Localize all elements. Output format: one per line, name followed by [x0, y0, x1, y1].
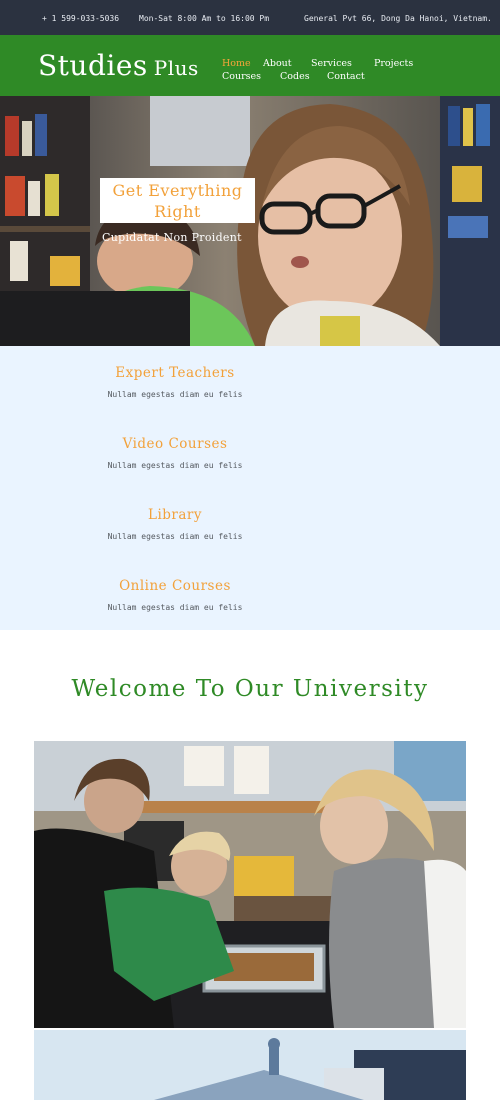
site-header: Studies Plus Home About Services Projects… [0, 35, 500, 96]
nav-home[interactable]: Home [222, 58, 251, 69]
nav-about[interactable]: About [263, 58, 292, 69]
site-logo[interactable]: Studies Plus [38, 49, 199, 82]
feature-item[interactable]: Library Nullam egestas diam eu felis [0, 507, 350, 541]
hero-banner: Get Everything Right Cupidatat Non Proid… [0, 96, 500, 346]
feature-desc: Nullam egestas diam eu felis [107, 532, 243, 541]
classroom-photo-art [34, 741, 466, 1028]
phone-number: + 1 599-033-5036 [42, 14, 120, 23]
feature-title: Video Courses [122, 436, 228, 452]
nav-codes[interactable]: Codes [280, 71, 310, 82]
nav-projects[interactable]: Projects [374, 58, 413, 69]
feature-desc: Nullam egestas diam eu felis [107, 603, 243, 612]
features-section: Expert Teachers Nullam egestas diam eu f… [0, 346, 500, 630]
welcome-title: Welcome To Our University [71, 676, 429, 702]
hero-title-box: Get Everything Right [100, 178, 255, 223]
campus-photo [34, 1030, 466, 1100]
feature-title: Library [147, 507, 202, 523]
feature-desc: Nullam egestas diam eu felis [107, 390, 243, 399]
hero-title: Get Everything Right [112, 181, 243, 221]
feature-title: Online Courses [119, 578, 231, 594]
logo-main-text: Studies [38, 49, 148, 82]
feature-item[interactable]: Expert Teachers Nullam egestas diam eu f… [0, 365, 350, 399]
nav-courses[interactable]: Courses [222, 71, 261, 82]
nav-services[interactable]: Services [311, 58, 352, 69]
campus-photo-art [34, 1030, 466, 1100]
feature-desc: Nullam egestas diam eu felis [107, 461, 243, 470]
top-info-bar: + 1 599-033-5036 Mon-Sat 8:00 Am to 16:0… [0, 0, 500, 35]
logo-plus-text: Plus [153, 56, 199, 80]
feature-item[interactable]: Online Courses Nullam egestas diam eu fe… [0, 578, 350, 612]
feature-title: Expert Teachers [115, 365, 235, 381]
classroom-photo [34, 741, 466, 1028]
hero-subtitle: Cupidatat Non Proident [102, 231, 242, 244]
address: General Pvt 66, Dong Da Hanoi, Vietnam. [304, 14, 492, 23]
opening-hours: Mon-Sat 8:00 Am to 16:00 Pm [139, 14, 270, 23]
feature-item[interactable]: Video Courses Nullam egestas diam eu fel… [0, 436, 350, 470]
nav-contact[interactable]: Contact [327, 71, 365, 82]
